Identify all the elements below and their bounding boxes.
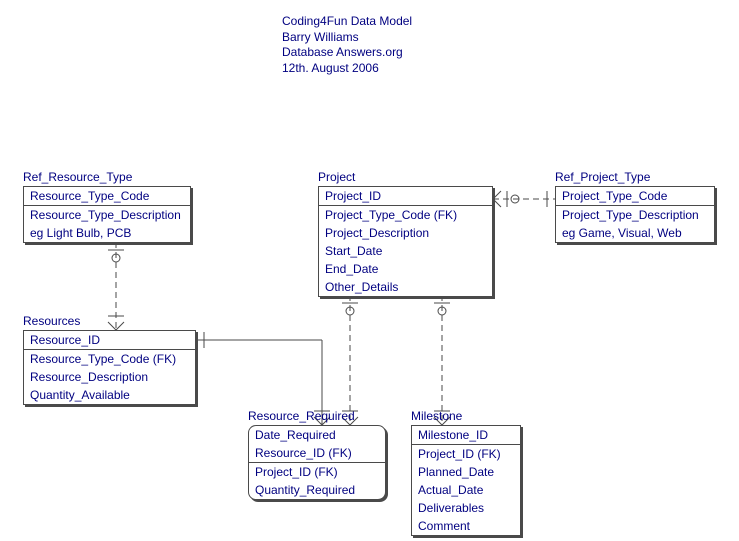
attr-pk: Resource_Type_Code xyxy=(24,187,190,205)
attr: Comment xyxy=(412,517,520,535)
attr: Resource_Description xyxy=(24,368,195,386)
attr: Quantity_Required xyxy=(249,481,385,499)
attr: Deliverables xyxy=(412,499,520,517)
attr: Resource_Type_Description xyxy=(24,206,190,224)
attr: eg Game, Visual, Web xyxy=(556,224,714,242)
entity-label: Resources xyxy=(23,314,80,328)
diagram-header: Coding4Fun Data Model Barry Williams Dat… xyxy=(282,14,412,76)
entity-project: Project Project_ID Project_Type_Code (FK… xyxy=(318,186,493,297)
attr: Start_Date xyxy=(319,242,492,260)
attr: Actual_Date xyxy=(412,481,520,499)
attr: Project_ID (FK) xyxy=(249,463,385,481)
attr-pk: Resource_ID xyxy=(24,331,195,349)
attr: Project_ID (FK) xyxy=(412,445,520,463)
attr-pk: Project_ID xyxy=(319,187,492,205)
entity-label: Ref_Project_Type xyxy=(555,170,650,184)
attr: Other_Details xyxy=(319,278,492,296)
entity-resources: Resources Resource_ID Resource_Type_Code… xyxy=(23,330,196,405)
attr: End_Date xyxy=(319,260,492,278)
attr: Project_Description xyxy=(319,224,492,242)
attr: Planned_Date xyxy=(412,463,520,481)
attr: Resource_Type_Code (FK) xyxy=(24,350,195,368)
entity-label: Ref_Resource_Type xyxy=(23,170,132,184)
entity-milestone: Milestone Milestone_ID Project_ID (FK) P… xyxy=(411,425,521,536)
attr: Project_Type_Code (FK) xyxy=(319,206,492,224)
entity-ref-resource-type: Ref_Resource_Type Resource_Type_Code Res… xyxy=(23,186,191,243)
header-line-1: Coding4Fun Data Model xyxy=(282,14,412,30)
attr-pk: Milestone_ID xyxy=(412,426,520,444)
attr: Project_Type_Description xyxy=(556,206,714,224)
attr-pk: Project_Type_Code xyxy=(556,187,714,205)
attr-pk: Resource_ID (FK) xyxy=(249,444,385,462)
attr: eg Light Bulb, PCB xyxy=(24,224,190,242)
entity-label: Milestone xyxy=(411,409,462,423)
header-line-4: 12th. August 2006 xyxy=(282,61,412,77)
attr: Quantity_Available xyxy=(24,386,195,404)
entity-ref-project-type: Ref_Project_Type Project_Type_Code Proje… xyxy=(555,186,715,243)
entity-resource-required: Resource_Required Date_Required Resource… xyxy=(248,425,386,500)
header-line-3: Database Answers.org xyxy=(282,45,412,61)
header-line-2: Barry Williams xyxy=(282,30,412,46)
entity-label: Project xyxy=(318,170,355,184)
entity-label: Resource_Required xyxy=(248,409,355,423)
attr-pk: Date_Required xyxy=(249,426,385,444)
